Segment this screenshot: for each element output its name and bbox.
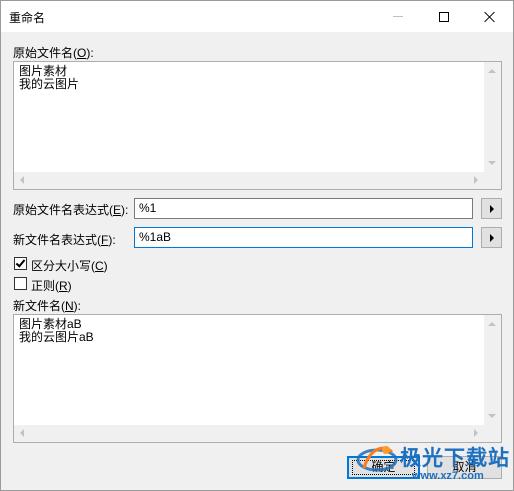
new-expression-input[interactable]: %1aB [134,227,473,248]
close-button[interactable] [467,1,513,32]
list-item: 我的云图片 [19,77,80,91]
play-arrow-icon [489,233,494,242]
scroll-up-icon [488,322,496,326]
close-icon [484,11,496,23]
scroll-down-icon [488,161,496,165]
vertical-scrollbar[interactable] [484,315,501,425]
new-names-list[interactable]: 图片素材aB 我的云图片aB [13,314,502,443]
watermark-url: www.xz7.com [412,470,484,482]
regex-label[interactable]: 正则(R) [31,277,72,294]
play-arrow-icon [489,204,494,213]
scroll-right-icon [474,176,478,184]
original-expression-menu-button[interactable] [481,198,502,219]
scroll-left-icon [20,429,24,437]
title-bar: 重命名 [1,1,513,32]
new-expression-menu-button[interactable] [481,227,502,248]
watermark-title: 极光下载站 [400,446,510,470]
scroll-corner [484,172,501,189]
new-expression-label: 新文件名表达式(F): [13,233,116,247]
aurora-logo-icon [356,446,398,472]
scroll-down-icon [488,414,496,418]
original-expression-label: 原始文件名表达式(E): [13,203,129,217]
checkmark-icon [15,257,26,268]
vertical-scrollbar[interactable] [484,62,501,172]
window-title: 重命名 [9,11,46,25]
watermark: 极光下载站 www.xz7.com [348,436,514,491]
original-names-label: 原始文件名(O): [13,46,94,60]
new-names-label: 新文件名(N): [13,299,82,313]
scroll-up-icon [488,69,496,73]
case-sensitive-label[interactable]: 区分大小写(C) [31,257,108,274]
rename-dialog: 重命名 原始文件名(O): 图片素材 我的云图片 原始文件名表达式(E): %1 [0,0,514,491]
maximize-icon [439,11,449,22]
case-sensitive-checkbox[interactable] [14,257,27,270]
original-names-list[interactable]: 图片素材 我的云图片 [13,61,502,190]
regex-checkbox[interactable] [14,277,27,290]
scroll-left-icon [20,176,24,184]
list-item: 我的云图片aB [19,330,94,344]
minimize-icon [393,16,403,17]
maximize-button[interactable] [421,1,467,32]
horizontal-scrollbar[interactable] [14,172,484,189]
original-expression-input[interactable]: %1 [134,198,473,219]
minimize-button[interactable] [375,1,421,32]
